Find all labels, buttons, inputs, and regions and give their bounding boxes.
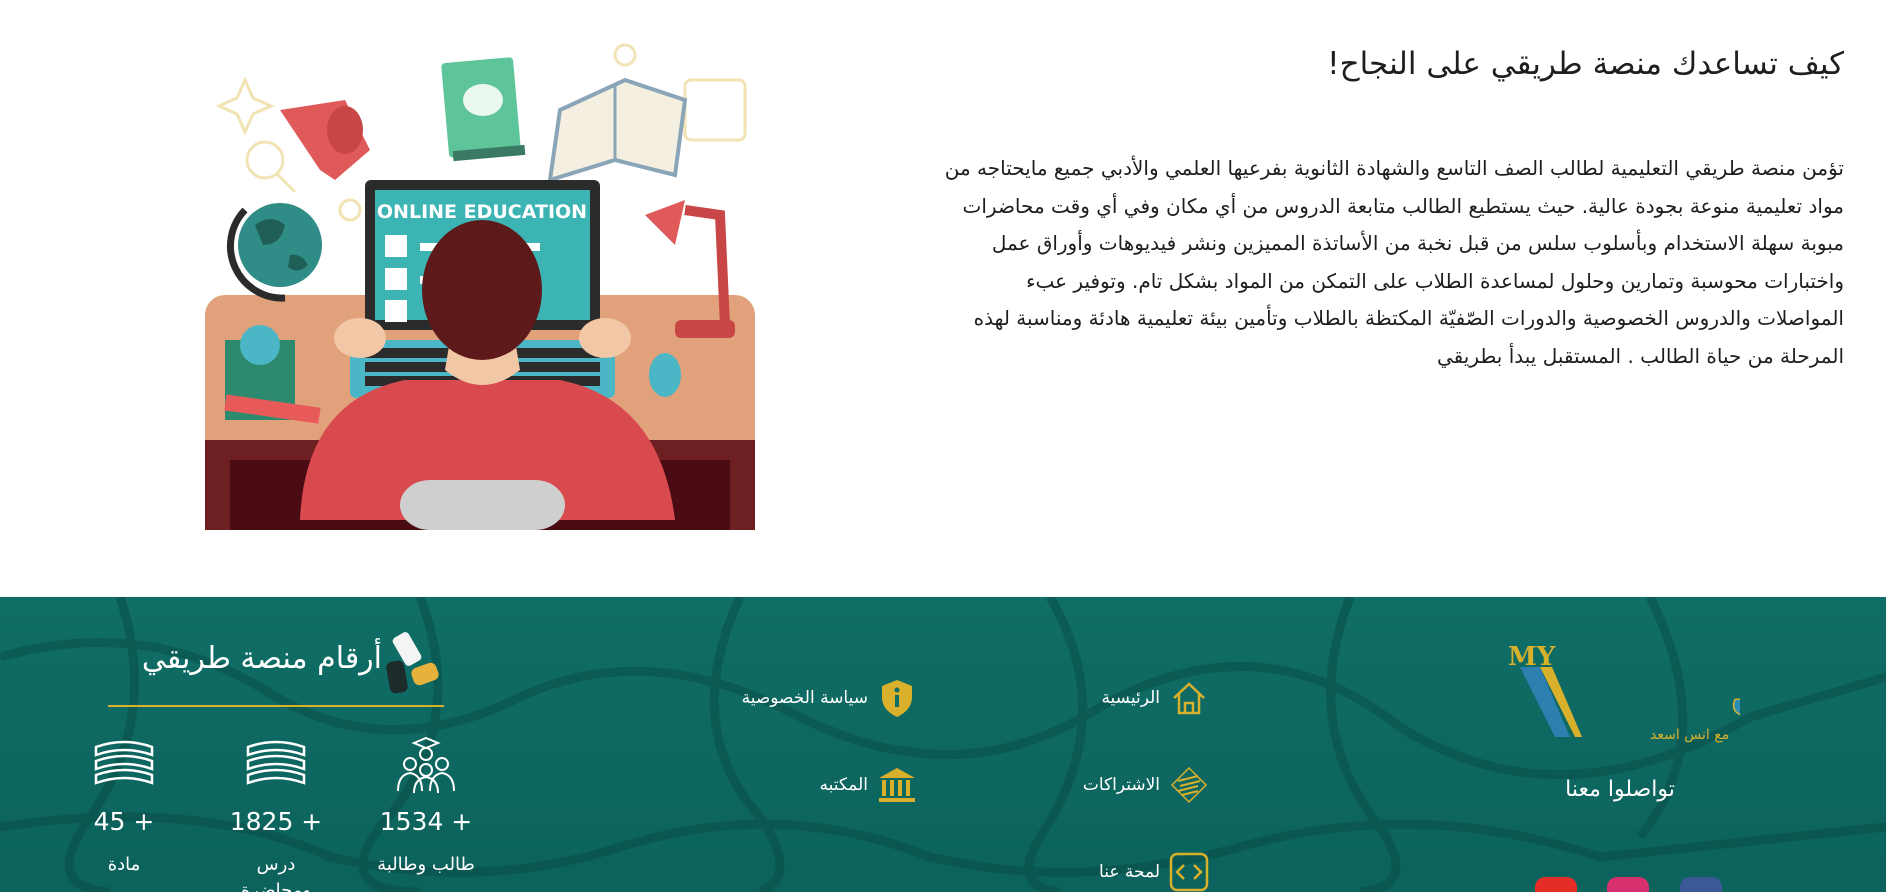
nav-privacy-label: سياسة الخصوصية (741, 688, 868, 708)
illustration-label: ONLINE EDUCATION (377, 201, 587, 223)
logo-arabic-text: طريقي (1730, 658, 1740, 723)
online-education-illustration: ONLINE EDUCATION (205, 43, 755, 530)
logo-tagline: مع انس اسعد (1650, 727, 1729, 743)
books-icon (94, 740, 154, 785)
students-icon (397, 737, 455, 793)
about-section: كيف تساعدك منصة طريقي على النجاح! تؤمن م… (0, 0, 1886, 597)
code-icon (1169, 852, 1209, 892)
stat-subjects-label: مادة (107, 854, 141, 875)
nav-home-label: الرئيسية (1101, 688, 1160, 708)
nav-library-label: المكتبه (819, 775, 869, 795)
nav-home[interactable]: الرئيسية (1101, 677, 1210, 719)
site-footer: MY طريقي مع انس اسعد تواصلوا معنا الرئيس… (0, 597, 1886, 892)
instagram-icon[interactable] (1607, 877, 1649, 892)
stat-students: 1534 + طالب وطالبة (356, 737, 496, 878)
nav-subscriptions-label: الاشتراكات (1082, 775, 1160, 795)
books-icon (246, 740, 306, 785)
facebook-icon[interactable] (1680, 877, 1722, 892)
stat-students-label: طالب وطالبة (377, 854, 475, 875)
stat-subjects-value: 45 + (93, 807, 155, 836)
about-title: كيف تساعدك منصة طريقي على النجاح! (1327, 46, 1844, 82)
stats-header: أرقام منصة طريقي (108, 627, 444, 707)
shield-icon (882, 680, 912, 717)
nav-subscriptions[interactable]: الاشتراكات (1083, 764, 1210, 806)
stat-students-value: 1534 + (379, 807, 473, 836)
stat-lessons-value: 1825 + (229, 807, 323, 836)
about-paragraph: تؤمن منصة طريقي التعليمية لطالب الصف الت… (944, 156, 1844, 368)
stat-subjects: 45 + مادة (54, 737, 194, 878)
youtube-icon[interactable] (1535, 877, 1577, 892)
nav-about[interactable]: لمحة عنا (1099, 851, 1210, 892)
tariqi-logo[interactable]: MY طريقي مع انس اسعد (1500, 627, 1740, 747)
stat-lessons-label: درس ومحاضرة (240, 854, 312, 892)
stat-lessons: 1825 + درس ومحاضرة (206, 737, 346, 892)
contact-title: تواصلوا معنا (1565, 777, 1675, 802)
subscriptions-icon (1170, 766, 1208, 804)
stats-title: أرقام منصة طريقي (141, 641, 382, 676)
nav-privacy[interactable]: سياسة الخصوصية (742, 677, 918, 719)
nav-about-label: لمحة عنا (1099, 862, 1160, 882)
home-icon (1173, 682, 1205, 715)
trophy-icon (386, 632, 439, 694)
nav-library[interactable]: المكتبه (820, 764, 919, 806)
stats-divider (108, 705, 444, 707)
library-icon (879, 768, 915, 802)
